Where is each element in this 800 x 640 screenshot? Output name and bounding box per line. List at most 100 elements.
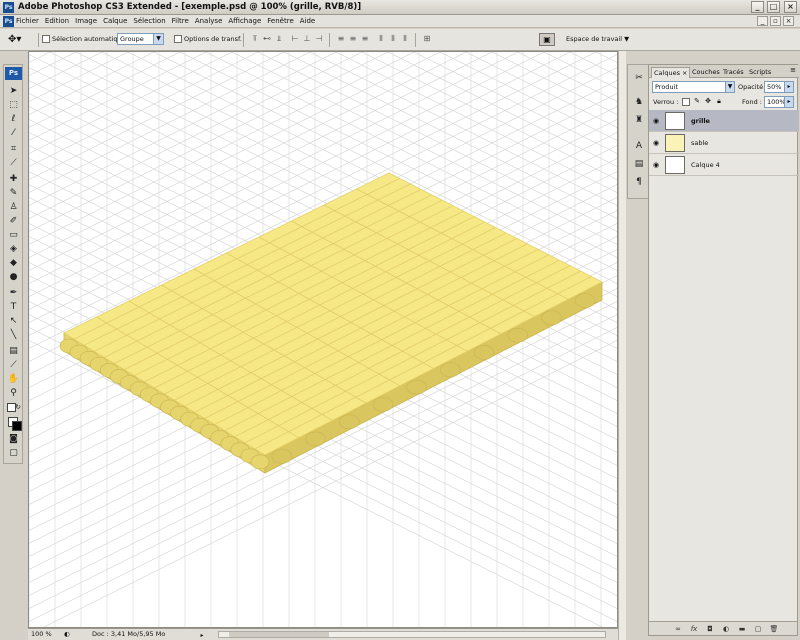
align-top-icon[interactable]: ⫪ <box>250 34 260 44</box>
paragraph-panel-icon[interactable]: ¶ <box>632 175 646 189</box>
info-panel-icon[interactable]: ▤ <box>632 157 646 171</box>
distribute-right-icon[interactable]: ⦀ <box>400 34 410 44</box>
line-tool-icon[interactable]: ╲ <box>7 329 20 341</box>
crop-tool-icon[interactable]: ⌗ <box>7 143 20 155</box>
distribute-hcenter-icon[interactable]: ⦀ <box>388 34 398 44</box>
character-panel-icon[interactable]: A <box>632 139 646 153</box>
menu-fichier[interactable]: Fichier <box>16 15 39 28</box>
align-bottom-icon[interactable]: ⫫ <box>274 34 284 44</box>
align-left-icon[interactable]: ⊢ <box>290 34 300 44</box>
opacity-field[interactable]: 50% ▸ <box>764 81 794 93</box>
lasso-tool-icon[interactable]: ℓ <box>7 113 20 125</box>
clone-stamp-tool-icon[interactable]: ♙ <box>7 201 20 213</box>
photoshop-logo[interactable]: Ps <box>5 67 22 80</box>
menu-fenetre[interactable]: Fenêtre <box>267 15 293 28</box>
tab-couches[interactable]: Couches <box>690 67 722 78</box>
hand-tool-icon[interactable]: ✋ <box>7 373 20 385</box>
add-mask-icon[interactable]: ◘ <box>705 624 715 634</box>
menu-calque[interactable]: Calque <box>103 15 127 28</box>
vertical-scrollbar[interactable] <box>618 51 626 640</box>
layer-style-icon[interactable]: fx <box>689 624 699 634</box>
close-button[interactable]: × <box>784 1 797 13</box>
distribute-bottom-icon[interactable]: ≡ <box>360 34 370 44</box>
status-info-icon[interactable]: ◐ <box>64 629 70 640</box>
eraser-tool-icon[interactable]: ▭ <box>7 229 20 241</box>
scroll-thumb[interactable] <box>229 632 329 637</box>
marquee-tool-icon[interactable]: ⬚ <box>7 99 20 111</box>
new-group-icon[interactable]: ▬ <box>737 624 747 634</box>
tools-preset-icon[interactable]: ✂ <box>632 71 646 85</box>
notes-tool-icon[interactable]: ▤ <box>7 345 20 357</box>
align-horizontal-center-icon[interactable]: ⊥ <box>302 34 312 44</box>
menu-analyse[interactable]: Analyse <box>195 15 223 28</box>
paint-bucket-tool-icon[interactable]: ◈ <box>7 243 20 255</box>
maximize-button[interactable]: □ <box>767 1 780 13</box>
blur-tool-icon[interactable]: ◆ <box>7 257 20 269</box>
quick-mask-icon[interactable]: ◙ <box>7 433 20 445</box>
document-canvas[interactable] <box>28 51 618 628</box>
tab-calques[interactable]: Calques × <box>651 67 691 78</box>
adjustment-layer-icon[interactable]: ◐ <box>721 624 731 634</box>
move-tool-icon[interactable]: ➤ <box>7 85 20 97</box>
menu-filtre[interactable]: Filtre <box>172 15 189 28</box>
dodge-tool-icon[interactable]: ● <box>7 271 20 283</box>
pen-tool-icon[interactable]: ✒ <box>7 287 20 299</box>
eyedropper-tool-icon[interactable]: ⟋ <box>7 157 20 169</box>
zoom-tool-icon[interactable]: ⚲ <box>7 387 20 399</box>
new-layer-icon[interactable]: ▢ <box>753 624 763 634</box>
path-selection-tool-icon[interactable]: ↖ <box>7 315 20 327</box>
type-tool-icon[interactable]: T <box>7 301 20 313</box>
magic-wand-tool-icon[interactable]: ⁄ <box>7 127 20 139</box>
layer-row-sable[interactable]: ◉ sable <box>649 132 799 154</box>
distribute-vcenter-icon[interactable]: ≡ <box>348 34 358 44</box>
brushes-icon[interactable]: ♞ <box>632 95 646 109</box>
doc-close-button[interactable]: × <box>783 16 794 26</box>
panel-menu-icon[interactable]: ≡ <box>790 66 796 74</box>
menu-aide[interactable]: Aide <box>300 15 315 28</box>
workspace-camera-icon[interactable]: ▣ <box>539 33 555 46</box>
menu-selection[interactable]: Sélection <box>133 15 165 28</box>
distribute-left-icon[interactable]: ⦀ <box>376 34 386 44</box>
horizontal-scrollbar[interactable] <box>218 631 606 638</box>
eye-visibility-icon[interactable]: ◉ <box>653 139 661 147</box>
healing-brush-tool-icon[interactable]: ✚ <box>7 173 20 185</box>
eye-visibility-icon[interactable]: ◉ <box>653 161 661 169</box>
brush-tool-icon[interactable]: ✎ <box>7 187 20 199</box>
swap-colors-icon[interactable]: ↻ <box>14 401 22 413</box>
lock-pixels-icon[interactable]: ✎ <box>693 98 701 106</box>
clone-source-icon[interactable]: ♜ <box>632 113 646 127</box>
auto-select-dropdown[interactable]: Groupe ▼ <box>117 33 164 45</box>
doc-restore-button[interactable]: ▫ <box>770 16 781 26</box>
eye-visibility-icon[interactable]: ◉ <box>653 117 661 125</box>
tab-scripts[interactable]: Scripts <box>747 67 773 78</box>
minimize-button[interactable]: _ <box>751 1 764 13</box>
document-icon[interactable]: Ps <box>3 16 14 27</box>
layer-row-calque-4[interactable]: ◉ Calque 4 <box>649 154 799 176</box>
layer-row-grille[interactable]: ◉ grille <box>649 110 799 132</box>
lock-all-icon[interactable]: 🔒︎ <box>715 98 723 106</box>
delete-layer-icon[interactable]: 🗑︎ <box>769 624 779 634</box>
status-menu-arrow-icon[interactable]: ▸ <box>198 630 206 639</box>
workspace-menu[interactable]: Espace de travail ▼ <box>566 34 629 44</box>
fill-field[interactable]: 100% ▸ <box>764 96 794 108</box>
menu-affichage[interactable]: Affichage <box>228 15 261 28</box>
eyedropper-tool-2-icon[interactable]: ⟋ <box>7 359 20 371</box>
link-layers-icon[interactable]: ∞ <box>673 624 683 634</box>
transform-controls-checkbox[interactable] <box>174 35 182 43</box>
blend-mode-dropdown[interactable]: Produit ▼ <box>652 81 735 93</box>
menu-edition[interactable]: Edition <box>45 15 69 28</box>
align-vertical-center-icon[interactable]: ⊷ <box>262 34 272 44</box>
history-brush-tool-icon[interactable]: ✐ <box>7 215 20 227</box>
tab-traces[interactable]: Tracés <box>721 67 746 78</box>
zoom-level[interactable]: 100 % <box>31 629 52 640</box>
distribute-top-icon[interactable]: ≡ <box>336 34 346 44</box>
move-tool-preset-icon[interactable]: ✥▾ <box>8 34 34 46</box>
lock-transparency-icon[interactable] <box>682 98 690 106</box>
lock-position-icon[interactable]: ✥ <box>704 98 712 106</box>
doc-minimize-button[interactable]: _ <box>757 16 768 26</box>
align-right-icon[interactable]: ⊣ <box>314 34 324 44</box>
auto-select-checkbox[interactable] <box>42 35 50 43</box>
auto-align-layers-icon[interactable]: ⊞ <box>422 34 432 44</box>
screen-mode-icon[interactable]: ▢ <box>7 447 20 459</box>
menu-image[interactable]: Image <box>75 15 97 28</box>
